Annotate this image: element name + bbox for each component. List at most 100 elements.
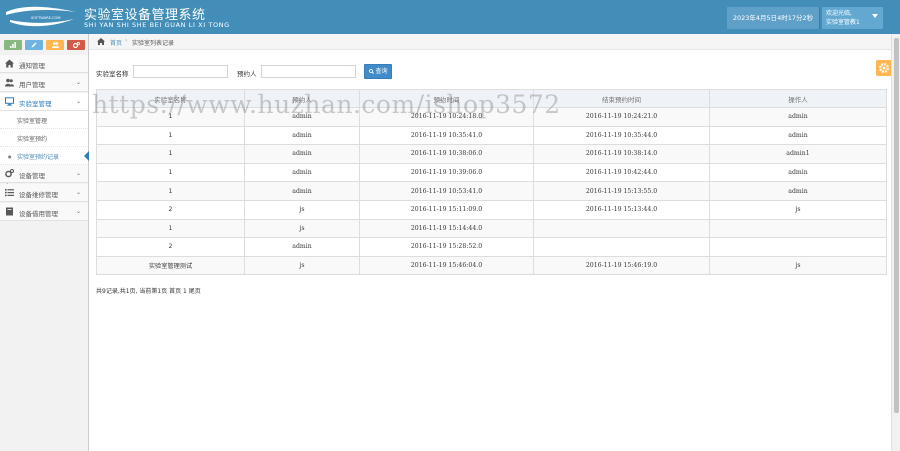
table-row: 1 js 2016-11-19 15:14:44.0 — [96, 218, 887, 239]
cell-booking-time: 2016-11-19 15:14:44.0 — [359, 218, 534, 239]
top-navbar: SOFTWARE.COM 实验室设备管理系统 SHI YAN SHI SHE B… — [0, 0, 900, 34]
cell-end-time: 2016-11-19 10:35:44.0 — [533, 125, 710, 146]
submenu-item-label: 实验室预约 — [17, 136, 48, 143]
table-row: 2 admin 2016-11-19 15:28:52.0 — [96, 237, 887, 257]
cell-booker: js — [244, 255, 360, 276]
cell-lab-name: 1 — [96, 125, 245, 146]
shortcut-buttons — [4, 40, 86, 51]
logo-text: SOFTWARE.COM — [31, 16, 60, 20]
sidebar-item-equipment[interactable]: 设备管理 ⌄ — [0, 165, 88, 183]
cell-end-time: 2016-11-19 15:13:55.0 — [533, 181, 710, 201]
cell-booking-time: 2016-11-19 15:28:52.0 — [359, 237, 534, 257]
cell-booking-time: 2016-11-19 10:24:18.0 — [359, 107, 534, 127]
cell-booker: js — [244, 199, 360, 220]
cell-end-time — [533, 218, 710, 239]
chevron-down-icon: ⌄ — [75, 208, 81, 215]
user-menu[interactable]: 欢迎光临, 实验室管教1 — [822, 7, 883, 29]
chevron-down-icon: ⌄ — [75, 98, 81, 105]
column-header-lab-name: 实验室名称 — [96, 89, 245, 108]
cell-booker: js — [244, 218, 360, 239]
list-icon — [5, 189, 14, 197]
column-header-operator: 操作人 — [709, 89, 887, 108]
submenu-item-lab-manage[interactable]: 实验室管理 — [0, 111, 88, 129]
chevron-down-icon: ⌄ — [75, 170, 81, 177]
logo-swoosh-icon: SOFTWARE.COM — [6, 6, 76, 27]
chevron-down-icon: ⌄ — [75, 189, 81, 196]
table-row: 1 admin 2016-11-19 10:35:41.0 2016-11-19… — [96, 125, 887, 146]
sidebar-item-label: 实验室管理 — [19, 100, 52, 108]
cogs-icon — [72, 41, 80, 49]
breadcrumb: 首页 › 实验室列表记录 — [89, 34, 900, 50]
person-label: 预约人 — [237, 70, 257, 78]
sidebar-item-label: 通知管理 — [19, 62, 45, 70]
cell-booker: admin — [244, 162, 360, 183]
settings-toggle-button[interactable] — [876, 60, 892, 76]
cell-operator: admin — [709, 125, 887, 146]
submenu-item-label: 实验室预约记录 — [17, 154, 60, 161]
cell-operator: js — [709, 199, 887, 220]
desktop-icon — [5, 97, 14, 106]
sidebar-item-borrow[interactable]: 设备借用管理 ⌄ — [0, 203, 88, 221]
vertical-scrollbar[interactable] — [891, 34, 900, 451]
breadcrumb-separator: › — [125, 37, 128, 44]
home-icon — [97, 38, 105, 45]
cell-end-time: 2016-11-19 15:46:19.0 — [533, 255, 710, 276]
cell-end-time: 2016-11-19 15:13:44.0 — [533, 199, 710, 220]
book-icon — [6, 207, 13, 216]
chevron-down-icon: ⌄ — [75, 79, 81, 86]
cell-booking-time: 2016-11-19 15:11:09.0 — [359, 199, 534, 220]
sidebar-item-label: 设备借用管理 — [19, 210, 58, 218]
sidebar-item-repair[interactable]: 设备维修管理 ⌄ — [0, 184, 88, 202]
cell-booking-time: 2016-11-19 10:35:41.0 — [359, 125, 534, 146]
cell-lab-name: 实验室管理测试 — [96, 255, 245, 276]
pencil-icon — [31, 42, 37, 48]
table-row: 1 admin 2016-11-19 10:53:41.0 2016-11-19… — [96, 181, 887, 201]
search-icon — [368, 68, 374, 74]
sidebar: 通知管理 用户管理 ⌄ 实验室管理 ⌄ 实验室管理 实验室预约 ● 实验室预约记… — [0, 34, 89, 451]
shortcut-settings-button[interactable] — [67, 40, 85, 50]
scrollbar-thumb[interactable] — [894, 38, 899, 413]
caret-down-icon — [872, 14, 878, 18]
submenu-item-lab-booking[interactable]: 实验室预约 — [0, 129, 88, 147]
cell-end-time — [533, 237, 710, 257]
table-row: 实验室管理测试 js 2016-11-19 15:46:04.0 2016-11… — [96, 255, 887, 276]
column-header-booker: 预约人 — [244, 89, 360, 108]
column-header-end-time: 结束预约时间 — [533, 89, 710, 108]
cell-lab-name: 1 — [96, 181, 245, 201]
breadcrumb-current: 实验室列表记录 — [132, 40, 175, 47]
sidebar-item-label: 设备维修管理 — [19, 191, 58, 199]
system-subtitle: SHI YAN SHI SHE BEI GUAN LI XI TONG — [84, 21, 230, 29]
shortcut-edit-button[interactable] — [25, 40, 43, 50]
cell-booking-time: 2016-11-19 10:53:41.0 — [359, 181, 534, 201]
submenu-item-booking-records[interactable]: ● 实验室预约记录 — [0, 147, 89, 165]
cell-lab-name: 1 — [96, 144, 245, 164]
cell-operator: admin1 — [709, 144, 887, 164]
cogs-icon — [5, 169, 14, 178]
lab-name-input[interactable] — [133, 65, 228, 78]
sidebar-item-users[interactable]: 用户管理 ⌄ — [0, 74, 88, 92]
shortcut-users-button[interactable] — [46, 40, 64, 50]
signal-icon — [10, 42, 16, 48]
users-icon — [5, 78, 14, 87]
table-row: 1 admin 2016-11-19 10:24:18.0 2016-11-19… — [96, 107, 887, 127]
sidebar-item-notice[interactable]: 通知管理 — [0, 55, 88, 73]
shortcut-chart-button[interactable] — [4, 40, 22, 50]
breadcrumb-home-link[interactable]: 首页 — [110, 38, 122, 47]
search-button[interactable]: 查询 — [364, 64, 392, 79]
sidebar-item-label: 设备管理 — [19, 172, 45, 180]
cell-lab-name: 2 — [96, 237, 245, 257]
cell-booking-time: 2016-11-19 10:39:06.0 — [359, 162, 534, 183]
submenu-item-label: 实验室管理 — [17, 118, 48, 125]
datetime-display: 2023年4月5日4时17分2秒 — [727, 7, 820, 29]
sidebar-item-lab[interactable]: 实验室管理 ⌄ — [0, 93, 88, 111]
cell-end-time: 2016-11-19 10:24:21.0 — [533, 107, 710, 127]
username: 实验室管教1 — [826, 19, 860, 26]
cell-booker: admin — [244, 181, 360, 201]
cell-booking-time: 2016-11-19 15:46:04.0 — [359, 255, 534, 276]
cell-end-time: 2016-11-19 10:38:14.0 — [533, 144, 710, 164]
bullet-icon: ● — [8, 154, 12, 159]
cell-operator: admin — [709, 107, 887, 127]
search-button-label: 查询 — [375, 68, 388, 75]
table-row: 1 admin 2016-11-19 10:39:06.0 2016-11-19… — [96, 162, 887, 183]
person-input[interactable] — [261, 65, 356, 78]
